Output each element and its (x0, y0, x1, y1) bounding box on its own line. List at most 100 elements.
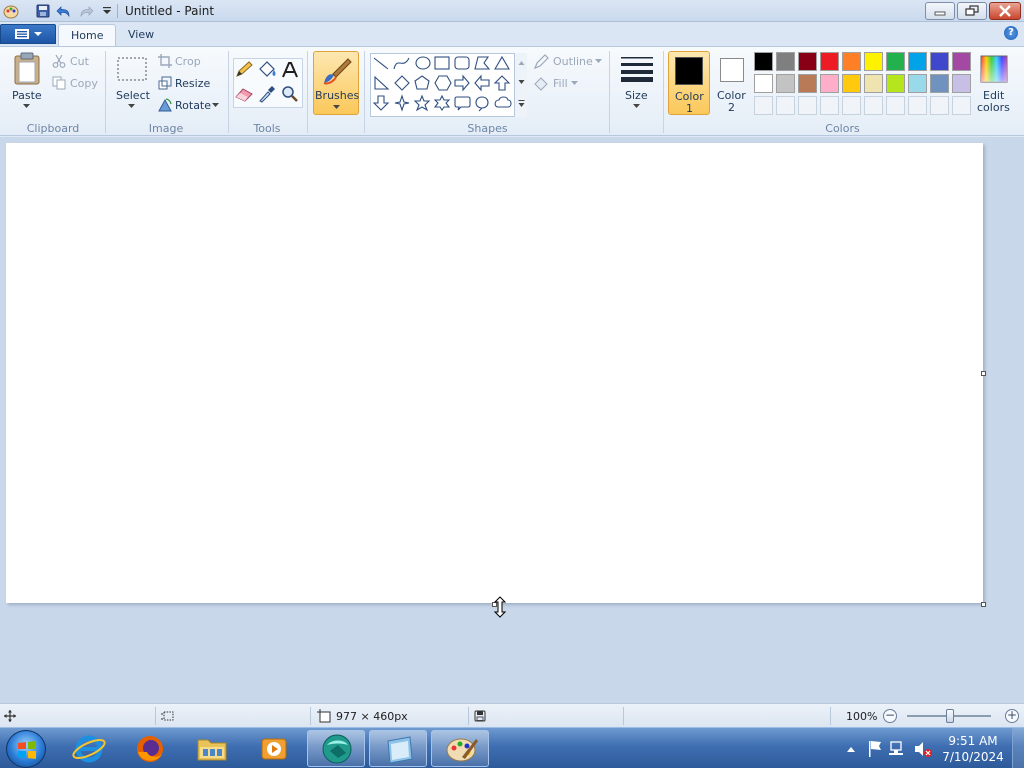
canvas-workspace[interactable] (0, 137, 1024, 703)
palette-color-swatch[interactable] (952, 74, 971, 93)
zoom-slider-thumb[interactable] (946, 709, 954, 723)
crop-button[interactable]: Crop (175, 55, 201, 68)
tab-view[interactable]: View (116, 24, 166, 46)
palette-color-swatch[interactable] (864, 74, 883, 93)
canvas-resize-handle-corner[interactable] (981, 602, 986, 607)
size-button[interactable]: Size (625, 89, 648, 102)
palette-color-swatch[interactable] (798, 52, 817, 71)
fill-icon (534, 77, 548, 91)
paint-menu-button[interactable] (0, 24, 56, 44)
eraser-icon[interactable] (234, 85, 254, 103)
palette-color-swatch[interactable] (754, 74, 773, 93)
undo-icon[interactable] (56, 3, 72, 19)
palette-color-swatch[interactable] (886, 74, 905, 93)
select-icon[interactable] (116, 56, 148, 82)
palette-color-swatch[interactable] (820, 52, 839, 71)
palette-custom-color-slot[interactable] (798, 96, 817, 115)
palette-color-swatch[interactable] (952, 52, 971, 71)
tools-group-label: Tools (253, 122, 281, 135)
color-picker-icon[interactable] (257, 85, 277, 103)
magnifier-icon[interactable] (280, 85, 300, 103)
close-button[interactable] (989, 2, 1021, 20)
zoom-out-button[interactable]: − (883, 709, 897, 723)
cut-button[interactable]: Cut (70, 55, 89, 68)
cursor-position-icon (4, 710, 16, 722)
fill-dropdown-icon[interactable] (571, 81, 578, 86)
volume-muted-icon (915, 742, 932, 757)
fill-with-color-icon[interactable] (257, 61, 277, 79)
palette-color-swatch[interactable] (842, 52, 861, 71)
palette-color-swatch[interactable] (908, 52, 927, 71)
copy-button[interactable]: Copy (70, 77, 98, 90)
palette-custom-color-slot[interactable] (952, 96, 971, 115)
palette-color-swatch[interactable] (930, 74, 949, 93)
paint-app-icon[interactable] (3, 3, 19, 19)
ribbon: Paste Cut Copy Clipboard Select Crop Res… (0, 46, 1024, 136)
restore-button[interactable] (957, 2, 987, 20)
palette-color-swatch[interactable] (842, 74, 861, 93)
taskbar-paint[interactable] (431, 730, 489, 767)
selection-size-icon (161, 711, 174, 721)
save-icon[interactable] (35, 3, 51, 19)
palette-custom-color-slot[interactable] (886, 96, 905, 115)
tab-home[interactable]: Home (58, 24, 117, 46)
palette-color-swatch[interactable] (776, 52, 795, 71)
taskbar-media-player[interactable] (245, 730, 303, 767)
outline-dropdown-icon[interactable] (595, 59, 602, 64)
show-desktop-button[interactable] (1012, 728, 1024, 768)
text-icon[interactable] (280, 61, 300, 79)
palette-color-swatch[interactable] (798, 74, 817, 93)
palette-custom-color-slot[interactable] (754, 96, 773, 115)
pencil-icon[interactable] (234, 61, 254, 79)
palette-color-swatch[interactable] (776, 74, 795, 93)
canvas-resize-handle-right[interactable] (981, 371, 986, 376)
palette-color-swatch[interactable] (754, 52, 773, 71)
group-separator (228, 51, 229, 133)
rectangle-shape-icon (434, 56, 450, 70)
taskbar-file-explorer[interactable] (183, 730, 241, 767)
palette-color-swatch[interactable] (886, 52, 905, 71)
select-dropdown-icon[interactable] (128, 104, 135, 109)
brushes-button[interactable]: Brushes (313, 51, 359, 115)
palette-custom-color-slot[interactable] (842, 96, 861, 115)
taskbar-running-app[interactable] (307, 730, 365, 767)
palette-custom-color-slot[interactable] (864, 96, 883, 115)
size-icon[interactable] (619, 55, 655, 83)
rotate-button[interactable]: Rotate (175, 99, 211, 112)
select-button[interactable]: Select (116, 89, 150, 102)
rotate-dropdown-icon[interactable] (212, 103, 219, 108)
taskbar-running-app[interactable] (369, 730, 427, 767)
color-2-swatch[interactable] (720, 58, 744, 82)
taskbar-clock[interactable]: 9:51 AM 7/10/2024 (938, 733, 1008, 765)
redo-icon[interactable] (78, 3, 94, 19)
palette-color-swatch[interactable] (820, 74, 839, 93)
start-button[interactable] (6, 730, 46, 768)
palette-custom-color-slot[interactable] (930, 96, 949, 115)
palette-custom-color-slot[interactable] (820, 96, 839, 115)
taskbar-firefox[interactable] (121, 730, 179, 767)
shapes-scrollbar[interactable] (514, 53, 527, 117)
palette-custom-color-slot[interactable] (908, 96, 927, 115)
minimize-button[interactable] (925, 2, 955, 20)
status-separator (623, 707, 624, 725)
palette-color-swatch[interactable] (908, 74, 927, 93)
help-icon[interactable]: ? (1004, 26, 1018, 40)
close-icon (999, 5, 1011, 17)
customize-quick-access-chevron-icon[interactable] (99, 3, 115, 19)
taskbar-internet-explorer[interactable] (60, 730, 118, 767)
rounded-rectangle-shape-icon (454, 56, 470, 70)
palette-color-swatch[interactable] (930, 52, 949, 71)
zoom-in-button[interactable]: + (1005, 709, 1019, 723)
palette-custom-color-slot[interactable] (776, 96, 795, 115)
outline-button[interactable]: Outline (553, 55, 593, 68)
paste-button[interactable]: Paste (12, 89, 42, 102)
paste-dropdown-icon[interactable] (23, 104, 30, 109)
edit-colors-icon[interactable] (979, 54, 1009, 84)
palette-color-swatch[interactable] (864, 52, 883, 71)
fill-button[interactable]: Fill (553, 77, 568, 90)
size-dropdown-icon[interactable] (633, 104, 640, 109)
resize-button[interactable]: Resize (175, 77, 210, 90)
paste-icon[interactable] (12, 52, 42, 86)
drawing-canvas[interactable] (6, 143, 983, 603)
color-1-button[interactable]: Color 1 (668, 51, 710, 115)
